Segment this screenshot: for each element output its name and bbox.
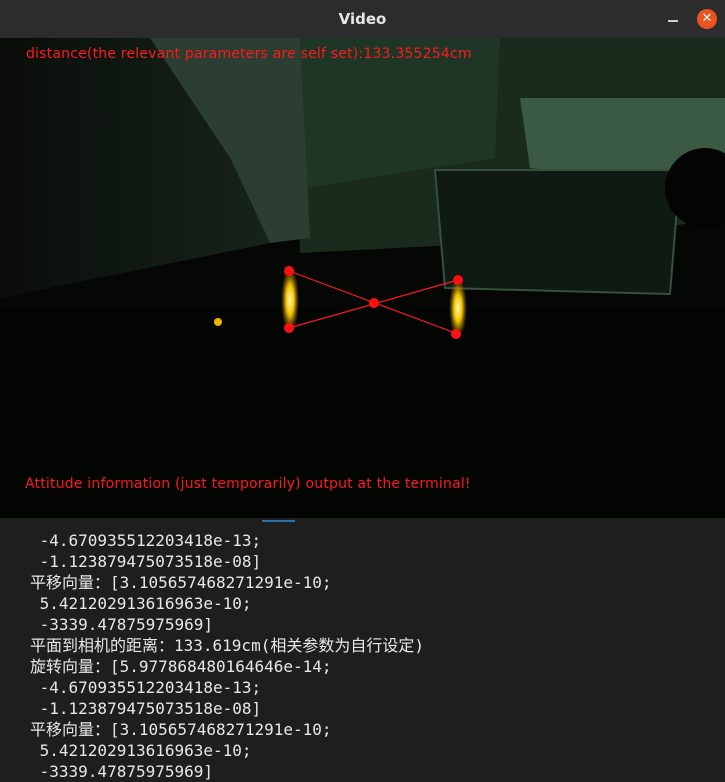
terminal-line: -1.123879475073518e-08] bbox=[30, 699, 262, 718]
corner-point-bottom-right bbox=[451, 329, 461, 339]
right-light-bar bbox=[449, 278, 467, 338]
close-icon: ✕ bbox=[701, 11, 713, 26]
terminal-line: -4.670935512203418e-13; bbox=[30, 678, 262, 697]
terminal-line: -3339.47875975969] bbox=[30, 615, 214, 634]
terminal-line: 平移向量：[3.105657468271291e-10; bbox=[30, 573, 332, 592]
window-titlebar[interactable]: Video ✕ bbox=[0, 0, 725, 39]
terminal-tab-indicator bbox=[262, 520, 295, 522]
corner-point-bottom-left bbox=[284, 323, 294, 333]
terminal-line: 旋转向量：[5.977868480164646e-14; bbox=[30, 657, 332, 676]
close-button[interactable]: ✕ bbox=[697, 9, 717, 29]
terminal-line: -3339.47875975969] bbox=[30, 762, 214, 781]
terminal-line: -4.670935512203418e-13; bbox=[30, 531, 262, 550]
corner-point-top-left bbox=[284, 266, 294, 276]
distance-overlay-text: distance(the relevant parameters are sel… bbox=[26, 46, 472, 62]
terminal-output[interactable]: -4.670935512203418e-13; -1.1238794750735… bbox=[0, 518, 725, 782]
video-frame: distance(the relevant parameters are sel… bbox=[0, 38, 725, 518]
monitor bbox=[433, 169, 682, 296]
terminal-line: 5.421202913616963e-10; bbox=[30, 741, 252, 760]
minimize-icon bbox=[668, 20, 678, 22]
minimize-button[interactable] bbox=[664, 9, 682, 27]
camera-scene bbox=[0, 38, 725, 518]
terminal-line: -1.123879475073518e-08] bbox=[30, 552, 262, 571]
left-light-bar bbox=[281, 267, 299, 333]
terminal-lines: -4.670935512203418e-13; -1.1238794750735… bbox=[30, 530, 424, 782]
center-point bbox=[369, 298, 379, 308]
terminal-line: 平面到相机的距离：133.619cm(相关参数为自行设定) bbox=[30, 636, 424, 655]
small-led bbox=[214, 318, 222, 326]
attitude-overlay-text: Attitude information (just temporarily) … bbox=[25, 476, 471, 492]
window-title: Video bbox=[338, 10, 387, 28]
terminal-line: 5.421202913616963e-10; bbox=[30, 594, 252, 613]
corner-point-top-right bbox=[453, 275, 463, 285]
terminal-line: 平移向量：[3.105657468271291e-10; bbox=[30, 720, 332, 739]
